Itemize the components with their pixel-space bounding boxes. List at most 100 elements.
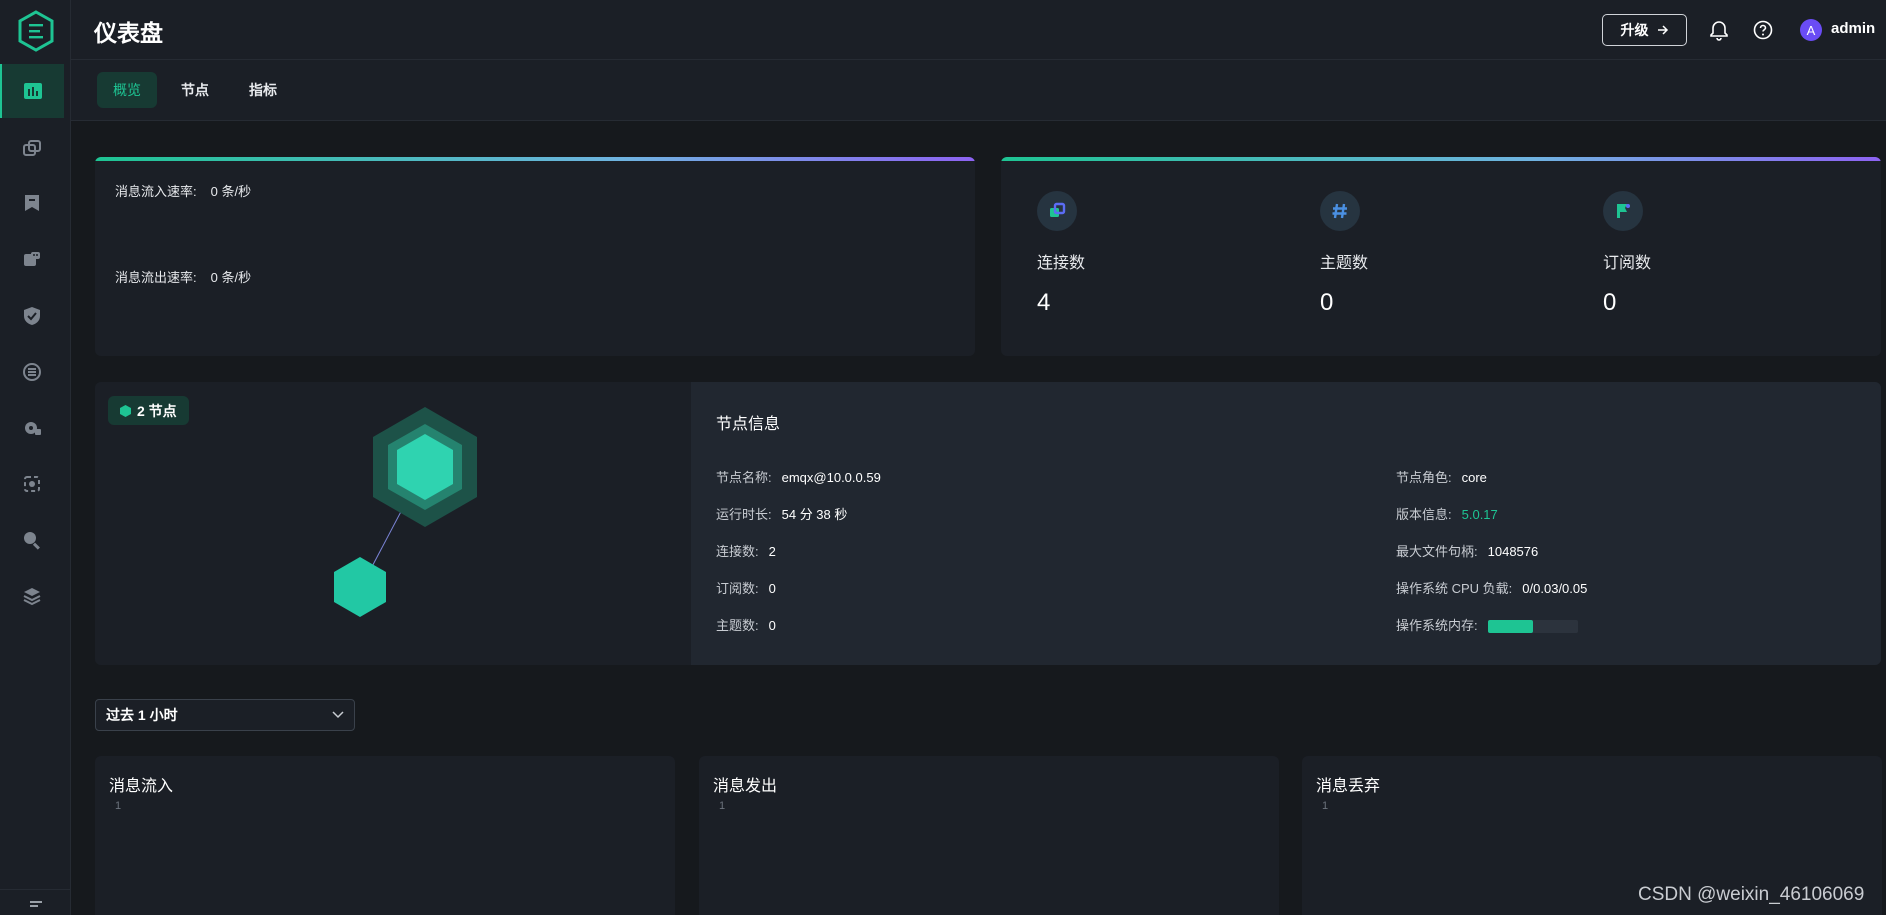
rate-in-row: 消息流入速率: 0 条/秒 — [115, 181, 251, 200]
info-value: core — [1461, 470, 1487, 485]
info-node-name: 节点名称: emqx@10.0.0.59 — [716, 467, 881, 486]
info-max-fds: 最大文件句柄: 1048576 — [1396, 541, 1538, 560]
info-connections: 连接数: 2 — [716, 541, 776, 560]
sidebar-item-dashboard[interactable] — [0, 64, 64, 118]
node-card: 2 节点 节点信息 节点名称: emqx@10.0.0.59 运行时长: 54 分 … — [95, 382, 1881, 665]
info-label: 版本信息: — [1396, 507, 1452, 522]
info-topics: 主题数: 0 — [716, 615, 776, 634]
info-node-role: 节点角色: core — [1396, 467, 1487, 486]
upgrade-button[interactable]: 升级 — [1602, 14, 1687, 46]
info-memory: 操作系统内存: — [1396, 615, 1578, 634]
info-value: 2 — [768, 544, 776, 559]
sidebar-item-connections[interactable] — [0, 121, 64, 175]
message-rate-card: 消息流入速率: 0 条/秒 消息流出速率: 0 条/秒 — [95, 157, 975, 356]
info-value: emqx@10.0.0.59 — [781, 470, 881, 485]
info-value: 0 — [768, 581, 776, 596]
rate-out-value: 0 条/秒 — [210, 270, 252, 285]
info-label: 节点角色: — [1396, 470, 1452, 485]
upgrade-label: 升级 — [1620, 22, 1649, 38]
version-link[interactable]: 5.0.17 — [1462, 507, 1498, 522]
tab-metrics[interactable]: 指标 — [233, 72, 293, 108]
collapse-icon[interactable] — [28, 900, 44, 910]
time-range-select[interactable]: 过去 1 小时 — [95, 699, 355, 731]
diagnose-icon — [24, 476, 40, 492]
sidebar-item-management[interactable] — [0, 401, 64, 455]
info-label: 节点名称: — [716, 470, 772, 485]
chart-y-tick: 1 — [1322, 800, 1329, 812]
sidebar-item-integration[interactable] — [0, 345, 64, 399]
hash-icon — [1320, 191, 1360, 231]
chart-title: 消息流入 — [109, 778, 174, 795]
info-uptime: 运行时长: 54 分 38 秒 — [716, 504, 847, 523]
node-info-panel: 节点信息 节点名称: emqx@10.0.0.59 运行时长: 54 分 38 秒 … — [691, 382, 1881, 665]
sidebar-item-retained[interactable] — [0, 232, 64, 286]
memory-progress-bar — [1487, 620, 1578, 634]
integration-icon — [23, 363, 41, 381]
chevron-down-icon — [332, 711, 344, 719]
node-info-title: 节点信息 — [716, 416, 781, 433]
card-gradient-bar — [95, 157, 975, 161]
sidebar-item-security[interactable] — [0, 289, 64, 343]
stat-value: 0 — [1603, 289, 1617, 316]
connections-icon — [23, 140, 41, 156]
info-subscriptions: 订阅数: 0 — [716, 578, 776, 597]
card-gradient-bar — [1001, 157, 1881, 161]
shield-icon — [24, 307, 40, 325]
chart-title: 消息发出 — [713, 778, 778, 795]
stats-card: 连接数 4 主题数 0 订阅数 0 — [1001, 157, 1881, 356]
memory-progress-fill — [1487, 620, 1533, 634]
chart-y-tick: 1 — [115, 800, 122, 812]
info-label: 操作系统内存: — [1396, 618, 1478, 633]
stat-connections: 连接数 4 — [1037, 191, 1085, 317]
info-label: 操作系统 CPU 负载: — [1396, 581, 1513, 596]
stat-subscriptions: 订阅数 0 — [1603, 191, 1651, 317]
search-icon — [24, 532, 40, 550]
tab-nodes[interactable]: 节点 — [165, 72, 225, 108]
node-topology: 2 节点 — [95, 382, 691, 665]
info-label: 订阅数: — [716, 581, 759, 596]
chart-title: 消息丢弃 — [1316, 778, 1381, 795]
rate-in-value: 0 条/秒 — [210, 184, 252, 199]
rate-out-label: 消息流出速率: — [115, 270, 197, 285]
subscriptions-icon — [25, 195, 39, 211]
arrow-right-icon — [1657, 25, 1668, 35]
gear-icon — [25, 422, 41, 435]
tab-overview[interactable]: 概览 — [97, 72, 157, 108]
info-value: 0/0.03/0.05 — [1522, 581, 1588, 596]
stat-label: 连接数 — [1037, 255, 1086, 272]
sidebar-item-subscriptions[interactable] — [0, 176, 64, 230]
help-icon[interactable] — [1752, 19, 1774, 41]
info-cpu-load: 操作系统 CPU 负载: 0/0.03/0.05 — [1396, 578, 1587, 597]
rate-out-row: 消息流出速率: 0 条/秒 — [115, 267, 251, 286]
sidebar — [0, 0, 71, 915]
tabs-bar: 概览 节点 指标 — [71, 60, 1886, 121]
info-value: 54 分 38 秒 — [781, 507, 848, 522]
info-label: 最大文件句柄: — [1396, 544, 1478, 559]
emqx-logo-icon[interactable] — [17, 10, 55, 52]
bell-icon[interactable] — [1708, 19, 1730, 41]
flag-icon — [1603, 191, 1643, 231]
chart-y-tick: 1 — [719, 800, 726, 812]
page-title: 仪表盘 — [94, 20, 163, 46]
sidebar-item-storage[interactable] — [0, 569, 64, 623]
sidebar-collapse[interactable] — [0, 889, 71, 915]
replicant-node — [334, 557, 386, 617]
rate-in-label: 消息流入速率: — [115, 184, 197, 199]
chart-card-messages-in: 消息流入 1 — [95, 756, 675, 915]
info-value: 1048576 — [1487, 544, 1539, 559]
info-label: 运行时长: — [716, 507, 772, 522]
stat-value: 4 — [1037, 289, 1051, 316]
stat-topics: 主题数 0 — [1320, 191, 1368, 317]
info-value: 0 — [768, 618, 776, 633]
retained-icon — [24, 252, 40, 266]
dashboard-icon — [24, 83, 42, 99]
username[interactable]: admin — [1831, 20, 1875, 37]
avatar[interactable]: A — [1800, 19, 1822, 41]
info-label: 连接数: — [716, 544, 759, 559]
chart-card-messages-out: 消息发出 1 — [699, 756, 1279, 915]
watermark: CSDN @weixin_46106069 — [1638, 884, 1865, 905]
sidebar-item-topic-search[interactable] — [0, 513, 64, 567]
sidebar-item-diagnose[interactable] — [0, 457, 64, 511]
stat-label: 主题数 — [1320, 255, 1369, 272]
stat-label: 订阅数 — [1603, 255, 1652, 272]
